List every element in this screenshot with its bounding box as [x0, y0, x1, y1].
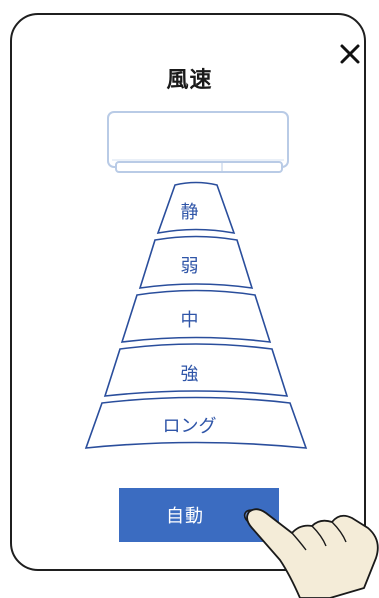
fan-speed-quiet[interactable] [160, 184, 232, 232]
app-screen: 風速 静 弱 中 強 ロング 自動 [0, 0, 379, 598]
fan-speed-low[interactable] [142, 238, 250, 286]
fan-speed-long[interactable] [88, 400, 304, 446]
auto-button-label: 自動 [166, 506, 204, 527]
dialog-title: 風速 [166, 68, 213, 93]
auto-button[interactable]: 自動 [119, 488, 279, 542]
fan-speed-medium[interactable] [124, 292, 268, 340]
fan-speed-high[interactable] [107, 346, 285, 394]
